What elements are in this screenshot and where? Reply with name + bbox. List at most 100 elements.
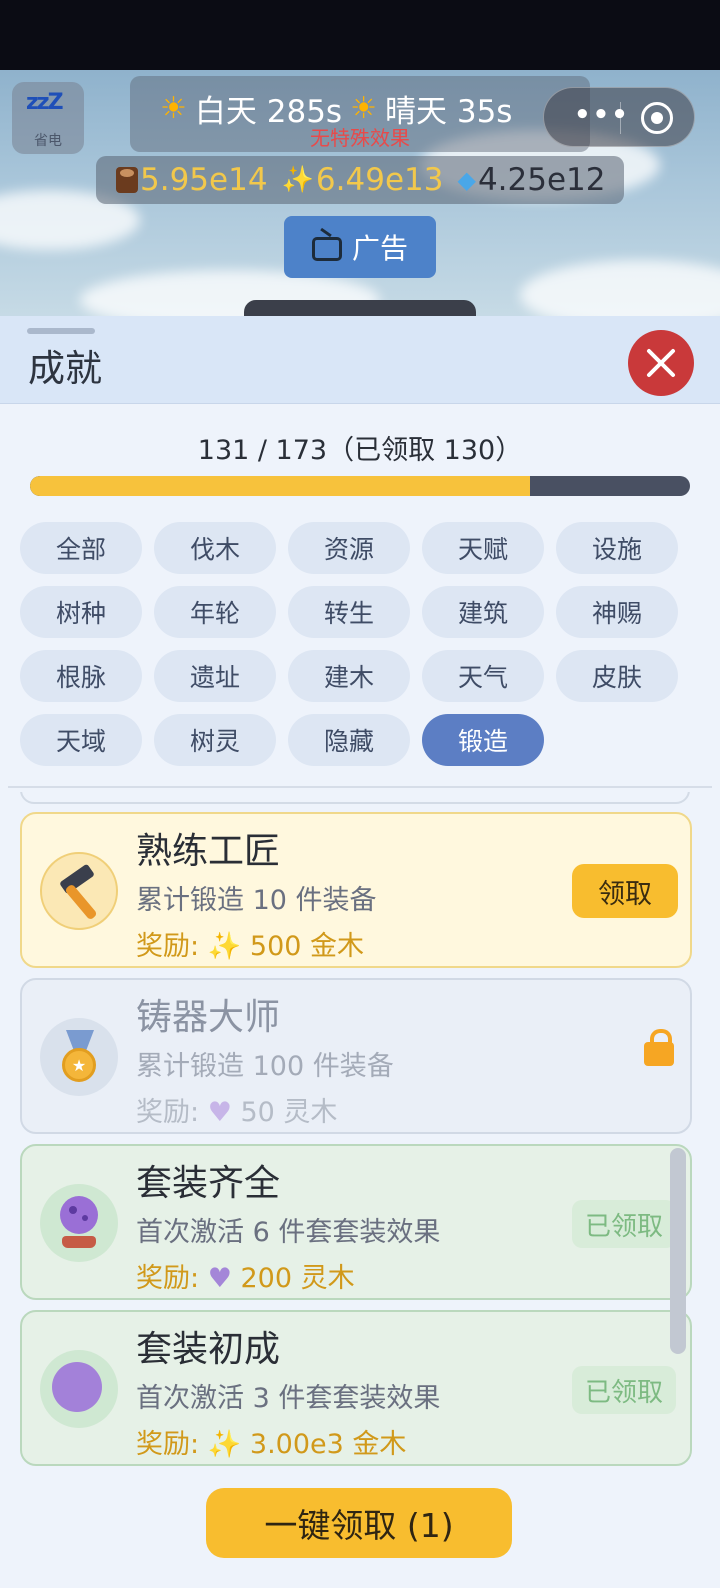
- resource-bar: 5.95e14 ✨ 6.49e13 ◆ 4.25e12: [96, 156, 624, 204]
- claimed-badge: 已领取: [572, 1200, 676, 1248]
- category-chip[interactable]: 资源: [288, 522, 410, 574]
- category-chip[interactable]: 树种: [20, 586, 142, 638]
- heart-icon: ♥: [199, 1263, 241, 1294]
- purple-orb-icon: [52, 1362, 102, 1412]
- diamond-icon: ◆: [457, 166, 476, 194]
- gold-value: 6.49e13: [315, 162, 444, 198]
- sun-icon: ☀: [160, 91, 187, 126]
- category-chip[interactable]: 锻造: [422, 714, 544, 766]
- category-chip[interactable]: 天气: [422, 650, 544, 702]
- achievement-card: 套装初成 首次激活 3 件套套装效果 奖励: ✨ 3.00e3 金木 已领取: [20, 1310, 692, 1466]
- category-chip[interactable]: 遗址: [154, 650, 276, 702]
- category-chip[interactable]: 建木: [288, 650, 410, 702]
- achievement-card: 套装齐全 首次激活 6 件套套装效果 奖励: ♥ 200 灵木 已领取: [20, 1144, 692, 1300]
- previous-card-edge: [20, 792, 690, 804]
- achievement-title: 套装齐全: [136, 1163, 281, 1204]
- achievement-reward: 奖励: ♥ 200 灵木: [136, 1256, 355, 1295]
- achievement-desc: 累计锻造 10 件装备: [136, 885, 377, 916]
- achievement-card: 熟练工匠 累计锻造 10 件装备 奖励: ✨ 500 金木 领取: [20, 812, 692, 968]
- cloud: [520, 260, 720, 320]
- category-chip[interactable]: 神赐: [556, 586, 678, 638]
- category-chip[interactable]: 皮肤: [556, 650, 678, 702]
- category-chip[interactable]: 转生: [288, 586, 410, 638]
- ad-label: 广告: [351, 232, 408, 265]
- achievement-desc: 首次激活 3 件套套装效果: [136, 1383, 441, 1414]
- reward-amount: 3.00e3 金木: [249, 1429, 407, 1460]
- wood-icon: [116, 167, 138, 193]
- ad-button[interactable]: 广告: [284, 216, 436, 278]
- close-button[interactable]: [628, 330, 694, 396]
- achievement-title: 铸器大师: [136, 997, 281, 1038]
- achievement-reward: 奖励: ✨ 500 金木: [136, 924, 364, 963]
- more-icon[interactable]: •••: [574, 100, 630, 130]
- category-chip[interactable]: 树灵: [154, 714, 276, 766]
- capsule-divider: [620, 102, 621, 134]
- hammer-handle: [64, 883, 98, 921]
- achievement-list[interactable]: 熟练工匠 累计锻造 10 件装备 奖励: ✨ 500 金木 领取 ★ 铸器大师 累计锻造 1…: [20, 792, 700, 1480]
- category-chip[interactable]: 伐木: [154, 522, 276, 574]
- achievement-icon: [40, 1184, 118, 1262]
- reward-prefix: 奖励:: [136, 1263, 200, 1294]
- sheet-header: 成就: [0, 316, 720, 404]
- category-chip[interactable]: 设施: [556, 522, 678, 574]
- miniprogram-capsule[interactable]: •••: [543, 87, 695, 147]
- claimed-badge: 已领取: [572, 1366, 676, 1414]
- achievement-icon: [40, 1350, 118, 1428]
- progress-fill: [30, 476, 530, 496]
- reward-amount: 200 灵木: [240, 1263, 355, 1294]
- category-chip[interactable]: 天域: [20, 714, 142, 766]
- claim-button[interactable]: 领取: [572, 864, 678, 918]
- achievement-desc: 首次激活 6 件套套装效果: [136, 1217, 441, 1248]
- achievement-reward: 奖励: ✨ 3.00e3 金木: [136, 1422, 406, 1461]
- sheet-grabber[interactable]: [27, 328, 95, 334]
- sleep-icon: zzZ: [26, 90, 64, 115]
- progress-text: 131 / 173（已领取 130）: [197, 435, 523, 466]
- wood-resource: 5.95e14: [116, 162, 268, 198]
- game-scene: zzZ 省电 ☀ 白天 285s ☀ 晴天 35s 无特殊效果 ••• 5.95…: [0, 70, 720, 320]
- sparkle-icon: ✨: [199, 1429, 250, 1460]
- category-chip[interactable]: 建筑: [422, 586, 544, 638]
- gem-resource: ◆ 4.25e12: [457, 162, 605, 198]
- reward-prefix: 奖励:: [136, 1429, 200, 1460]
- lock-icon: [644, 1029, 674, 1066]
- gem-value: 4.25e12: [477, 162, 606, 198]
- sheet-title: 成就: [28, 347, 102, 390]
- weather-effect: 无特殊效果: [310, 126, 410, 150]
- wood-value: 5.95e14: [140, 162, 268, 198]
- achievement-icon: ★: [40, 1018, 118, 1096]
- category-chip[interactable]: 全部: [20, 522, 142, 574]
- progress-bar: [30, 476, 690, 496]
- category-chip[interactable]: 隐藏: [288, 714, 410, 766]
- tv-icon: [311, 237, 342, 261]
- status-bar: [0, 0, 720, 70]
- reward-prefix: 奖励:: [136, 1097, 200, 1128]
- achievement-reward: 奖励: ♥ 50 灵木: [136, 1090, 337, 1129]
- achievement-card: ★ 铸器大师 累计锻造 100 件装备 奖励: ♥ 50 灵木: [20, 978, 692, 1134]
- power-save-label: 省电: [34, 133, 62, 149]
- close-miniprogram-icon[interactable]: [641, 102, 673, 134]
- category-chip[interactable]: 根脉: [20, 650, 142, 702]
- achievement-title: 熟练工匠: [136, 831, 281, 872]
- sun-icon: ☀: [350, 91, 377, 126]
- sparkle-icon: ✨: [199, 931, 250, 962]
- achievement-sheet: 成就 131 / 173（已领取 130） 全部 伐木 资源 天赋 设施树种 年轮 转生 建筑…: [0, 316, 720, 1588]
- category-filter: 全部 伐木 资源 天赋 设施树种 年轮 转生 建筑 神赐根脉 遗址 建木 天气 皮肤天域 树灵 隐藏 锻造: [20, 522, 700, 766]
- heart-icon: ♥: [199, 1097, 241, 1128]
- achievement-desc: 累计锻造 100 件装备: [136, 1051, 394, 1082]
- category-chip[interactable]: 天赋: [422, 522, 544, 574]
- medal-icon: ★: [62, 1048, 96, 1082]
- sparkle-icon: ✨: [281, 165, 314, 195]
- reward-amount: 50 灵木: [240, 1097, 338, 1128]
- category-chip[interactable]: 年轮: [154, 586, 276, 638]
- achievement-title: 套装初成: [136, 1329, 281, 1370]
- achievement-icon: [40, 852, 118, 930]
- reward-amount: 500 金木: [249, 931, 365, 962]
- crystal-ball-base: [62, 1236, 96, 1248]
- weather-panel: ☀ 白天 285s ☀ 晴天 35s 无特殊效果: [130, 76, 590, 152]
- divider: [8, 786, 712, 788]
- claim-all-button[interactable]: 一键领取 (1): [206, 1488, 512, 1558]
- power-save-button[interactable]: zzZ 省电: [12, 82, 84, 154]
- gold-resource: ✨ 6.49e13: [282, 162, 444, 198]
- scrollbar[interactable]: [670, 1148, 686, 1354]
- reward-prefix: 奖励:: [136, 931, 200, 962]
